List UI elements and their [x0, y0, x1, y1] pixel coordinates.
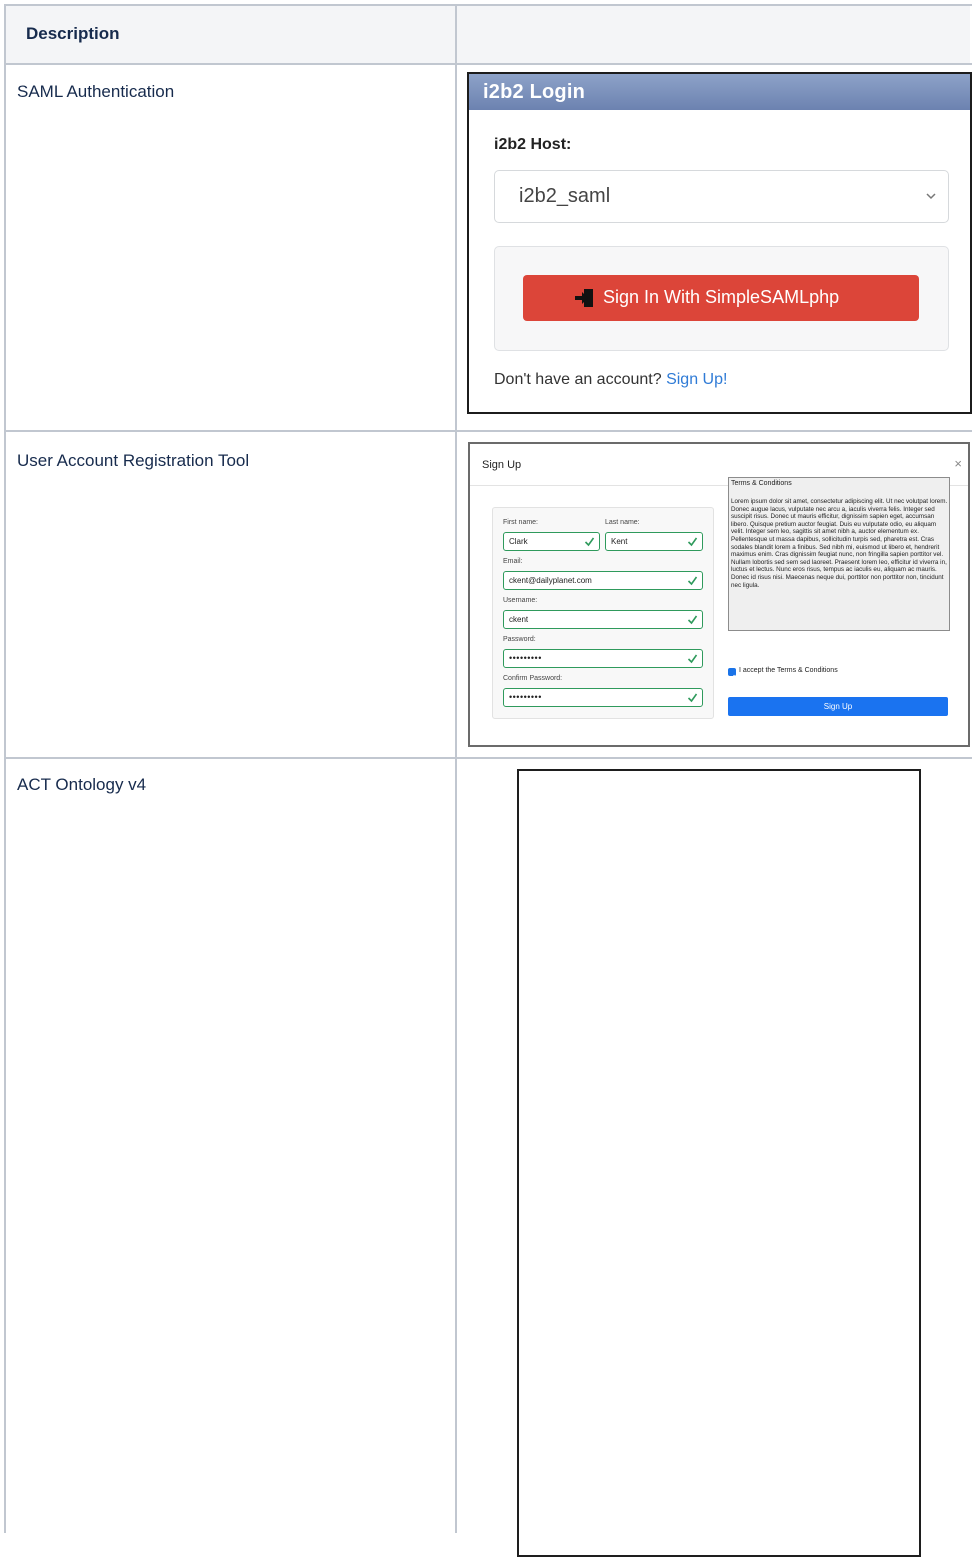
saml-signin-button[interactable]: Sign In With SimpleSAMLphp — [523, 275, 919, 321]
email-label: Email: — [503, 558, 523, 565]
account-prompt: Don't have an account? Sign Up! — [494, 371, 727, 389]
password-label: Password: — [503, 636, 536, 643]
row-label-ontology: ACT Ontology v4 — [17, 775, 147, 794]
signup-dialog: Sign Up × First name: Last name: Clark K… — [468, 442, 970, 747]
table-divider — [4, 63, 972, 65]
last-name-label: Last name: — [605, 519, 640, 526]
confirm-password-label: Confirm Password: — [503, 675, 563, 682]
password-value: ••••••••• — [509, 653, 542, 663]
username-field[interactable]: ckent — [503, 610, 703, 629]
signup-link[interactable]: Sign Up! — [666, 371, 727, 388]
email-field[interactable]: ckent@dailyplanet.com — [503, 571, 703, 590]
username-value: ckent — [509, 615, 529, 624]
valid-check-icon — [687, 537, 698, 547]
valid-check-icon — [584, 537, 595, 547]
i2b2-login-panel: i2b2 Login i2b2 Host: i2b2_saml Sign In … — [467, 72, 972, 414]
host-label: i2b2 Host: — [494, 136, 572, 153]
terms-body: Lorem ipsum dolor sit amet, consectetur … — [731, 498, 948, 589]
terms-title: Terms & Conditions — [731, 480, 792, 487]
login-title-bar: i2b2 Login — [469, 74, 970, 110]
email-value: ckent@dailyplanet.com — [509, 576, 592, 585]
valid-check-icon — [687, 693, 698, 703]
confirm-password-value: ••••••••• — [509, 692, 542, 702]
signup-submit-label: Sign Up — [823, 702, 853, 711]
chevron-down-icon — [926, 193, 936, 200]
valid-check-icon — [687, 615, 698, 625]
table-header-description: Description — [26, 24, 120, 43]
signup-form: First name: Last name: Clark Kent Email:… — [492, 507, 714, 719]
terms-textarea[interactable]: Terms & Conditions Lorem ipsum dolor sit… — [728, 477, 950, 631]
signup-submit-button[interactable]: Sign Up — [728, 697, 948, 716]
no-account-text: Don't have an account? — [494, 371, 662, 388]
sign-in-icon — [575, 289, 593, 307]
ontology-image-frame — [517, 769, 921, 1557]
checkmark-icon — [729, 674, 735, 680]
table-divider — [4, 757, 972, 759]
close-icon[interactable]: × — [954, 456, 962, 471]
table-border-top — [4, 4, 972, 6]
table-header-row — [6, 6, 970, 63]
first-name-field[interactable]: Clark — [503, 532, 600, 551]
login-title: i2b2 Login — [483, 81, 585, 103]
saml-signin-box: Sign In With SimpleSAMLphp — [494, 246, 949, 351]
last-name-value: Kent — [611, 537, 628, 546]
table-border-left — [4, 4, 6, 1533]
first-name-label: First name: — [503, 519, 539, 526]
table-divider — [4, 430, 972, 432]
confirm-password-field[interactable]: ••••••••• — [503, 688, 703, 707]
table-column-divider — [455, 4, 457, 1533]
password-field[interactable]: ••••••••• — [503, 649, 703, 668]
valid-check-icon — [687, 576, 698, 586]
accept-terms-label: I accept the Terms & Conditions — [739, 667, 838, 674]
accept-terms[interactable]: I accept the Terms & Conditions — [728, 667, 938, 680]
row-label-registration: User Account Registration Tool — [17, 451, 250, 470]
signup-title: Sign Up — [482, 459, 522, 471]
accept-checkbox[interactable] — [728, 668, 736, 680]
first-name-value: Clark — [509, 537, 528, 546]
saml-signin-label: Sign In With SimpleSAMLphp — [603, 287, 840, 307]
host-select[interactable]: i2b2_saml — [494, 170, 949, 223]
host-select-value: i2b2_saml — [519, 185, 611, 207]
username-label: Username: — [503, 597, 538, 604]
row-label-saml: SAML Authentication — [17, 82, 175, 101]
valid-check-icon — [687, 654, 698, 664]
last-name-field[interactable]: Kent — [605, 532, 703, 551]
